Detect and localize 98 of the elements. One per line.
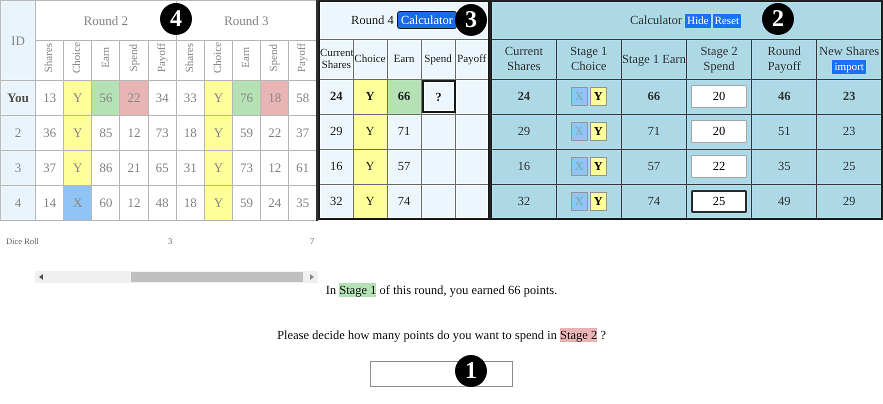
column-header: Earn [98, 47, 113, 68]
table-cell: 34 [148, 80, 176, 116]
table-cell: 48 [148, 186, 176, 220]
calculator-button[interactable]: Reset [712, 14, 742, 28]
table-cell: 85 [92, 116, 120, 150]
column-header: Payoff [154, 43, 169, 72]
table-cell: 86 [92, 150, 120, 186]
column-header: Current Shares [491, 39, 556, 79]
table-cell: 16 [319, 149, 353, 184]
column-header: New Shares [818, 44, 880, 59]
current-cell: ? [422, 80, 456, 113]
row-header: 2 [0, 116, 36, 150]
table-cell: 71 [621, 114, 686, 149]
column-header: Stage 2 Spend [686, 39, 752, 79]
table-cell: 12 [120, 186, 148, 220]
table-cell: 51 [752, 114, 817, 149]
dice-roll-label: Dice Roll [6, 235, 39, 248]
spend-input[interactable]: 20 [691, 120, 748, 143]
table-cell: Y [204, 186, 232, 220]
choice-toggle[interactable]: Y [590, 122, 607, 141]
table-cell: 22 [120, 80, 148, 116]
table-cell: Y [64, 116, 92, 150]
column-header: Choice [70, 42, 84, 74]
column-header: Choice [211, 42, 226, 74]
column-header: Earn [239, 47, 254, 68]
table-cell: Y [353, 184, 387, 219]
scrollbar[interactable] [35, 271, 318, 283]
table-cell: 73 [232, 150, 261, 186]
table-cell: 66 [621, 79, 686, 114]
table-cell: 31 [176, 150, 204, 186]
choice-toggle[interactable]: Y [590, 87, 607, 106]
table-cell: 24 [319, 79, 353, 114]
column-header: Payoff [295, 43, 310, 72]
row-header: 3 [0, 150, 36, 186]
table-cell: 29 [491, 114, 556, 149]
import-button[interactable]: import [832, 60, 866, 74]
row-header: 4 [0, 186, 36, 220]
table-cell: 76 [232, 80, 261, 116]
column-header: Spend [267, 44, 282, 72]
table-cell: Y [64, 80, 92, 116]
table-cell: Y [204, 80, 232, 116]
table-cell: 18 [176, 186, 204, 220]
table-cell: 24 [260, 186, 289, 220]
table-title: Round 4 [351, 12, 395, 27]
table-cell: 56 [92, 80, 120, 116]
table-cell: Y [353, 79, 387, 114]
column-header: Choice [353, 39, 387, 79]
dice-roll-value: 7 [310, 235, 314, 248]
table-cell: 12 [120, 116, 148, 150]
column-header: Round Payoff [752, 39, 817, 79]
column-header: Shares [42, 43, 56, 72]
column-header: Shares [183, 43, 198, 72]
table-cell: Y [204, 150, 232, 186]
choice-toggle[interactable]: Y [590, 157, 607, 176]
table-cell: Y [353, 149, 387, 184]
prompt-text: Please decide how many points do you want to spend in Stage 2 ? [277, 326, 606, 344]
column-header: Stage 1 Earn [621, 39, 686, 79]
table-cell: 60 [92, 186, 120, 220]
table-cell: 22 [260, 116, 289, 150]
table-cell: 21 [120, 150, 148, 186]
dice-roll-value: 3 [168, 235, 172, 248]
table-cell: 57 [621, 149, 686, 184]
calculator-title: Calculator [630, 12, 684, 27]
scroll-right-icon[interactable] [310, 274, 314, 280]
column-header: ID [0, 0, 36, 80]
table-cell: 59 [232, 116, 261, 150]
table-cell: 24 [491, 79, 556, 114]
spend-input[interactable]: 22 [691, 155, 748, 178]
table-cell: Y [64, 150, 92, 186]
table-cell: 73 [148, 116, 176, 150]
table-cell: 18 [176, 116, 204, 150]
calculator-button[interactable]: Hide [685, 14, 711, 28]
table-cell: 35 [752, 149, 817, 184]
table-cell: 12 [260, 150, 289, 186]
table-cell: 66 [387, 79, 421, 114]
table-cell: Y [204, 116, 232, 150]
column-header: Earn [387, 39, 421, 79]
table-cell: 59 [232, 186, 261, 220]
table-cell: 33 [176, 80, 204, 116]
row-header: You [0, 80, 36, 116]
spend-input[interactable]: 25 [691, 190, 748, 213]
table-cell: 29 [319, 114, 353, 149]
table-cell: Y [353, 114, 387, 149]
scroll-left-icon[interactable] [39, 274, 43, 280]
calculator-button[interactable]: Calculator [396, 10, 457, 29]
spend-input[interactable]: 20 [691, 85, 748, 108]
table-cell: 18 [260, 80, 289, 116]
table-cell: 65 [148, 150, 176, 186]
choice-toggle[interactable]: Y [590, 192, 607, 211]
column-header: Spend [421, 39, 455, 79]
prompt-text: In Stage 1 of this round, you earned 66 points. [326, 282, 558, 299]
table-cell: X [64, 186, 92, 220]
table-cell: 16 [491, 149, 556, 184]
column-header: Spend [126, 44, 141, 72]
column-header: Stage 1 Choice [556, 39, 622, 79]
table-cell: 57 [387, 149, 421, 184]
table-cell: 71 [387, 114, 421, 149]
table-cell: 46 [752, 79, 817, 114]
